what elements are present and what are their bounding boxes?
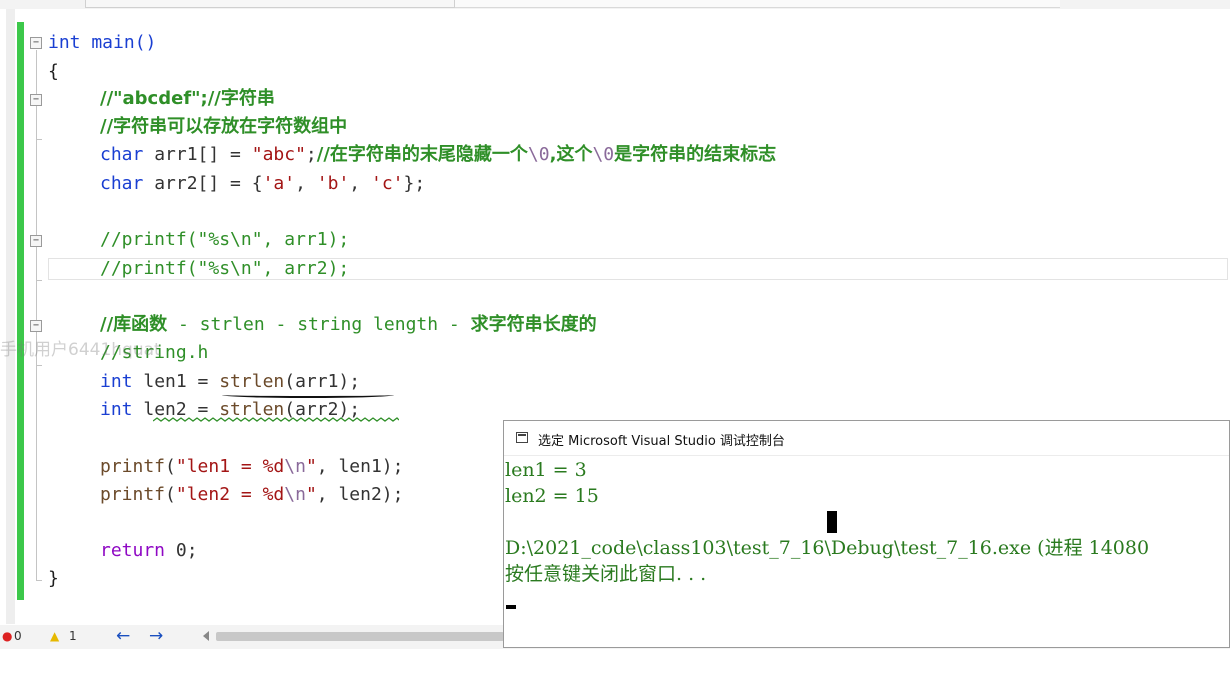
comment: //字符串可以存放在字符数组中 [100, 116, 348, 137]
comment: - strlen - string length - [167, 314, 471, 335]
char-literal: 'a' [262, 173, 296, 194]
function-name: printf [100, 484, 166, 505]
fold-guide-line [36, 50, 37, 580]
watermark: 手机用户6441hquat [0, 340, 161, 360]
collapse-icon[interactable]: − [30, 37, 42, 49]
scroll-left-arrow[interactable] [203, 631, 209, 641]
console-title: 选定 Microsoft Visual Studio 调试控制台 [538, 434, 785, 449]
code-line-close-brace: } [48, 568, 59, 590]
comment: //库函数 [100, 314, 168, 335]
code-line-comment-printf-2: //printf("%s\n", arr2); [100, 258, 349, 280]
code-line-open-brace: { [48, 61, 59, 83]
fold-guide-end [36, 365, 42, 366]
change-tracking-bar [17, 22, 24, 600]
fold-guide-end [36, 280, 42, 281]
code-line-decl-arr1: char arr1[] = "abc";//在字符串的末尾隐藏一个\0,这个\0… [100, 144, 776, 166]
collapse-icon[interactable]: − [30, 235, 42, 247]
console-line: len2 = 15 [505, 485, 599, 507]
function-name: strlen [219, 371, 285, 392]
warning-count[interactable]: 1 [69, 629, 77, 643]
comment: 求字符串长度的 [470, 314, 597, 335]
type-keyword: int [100, 399, 133, 420]
brace: } [48, 568, 59, 589]
code-text: , [349, 173, 371, 194]
code-text: , len2); [316, 484, 404, 505]
code-text: 0; [165, 540, 198, 561]
fold-guide-end [36, 139, 42, 140]
escape-sequence: \0 [527, 144, 550, 165]
comment: //"abcdef";//字符串 [100, 88, 275, 109]
comment: //printf("%s\n", arr2); [100, 258, 350, 279]
code-text: ; [305, 144, 317, 165]
text-cursor [827, 511, 837, 533]
type-keyword: int [100, 371, 133, 392]
navigate-forward-icon[interactable]: → [149, 626, 163, 646]
control-keyword: return [100, 540, 166, 561]
code-text: }; [403, 173, 426, 194]
string-literal: "len2 = %d [175, 484, 285, 505]
type-keyword: char [100, 173, 144, 194]
code-line-decl-arr2: char arr2[] = {'a', 'b', 'c'}; [100, 173, 425, 195]
warning-icon[interactable]: ▲ [50, 629, 59, 643]
comment: //在字符串的末尾隐藏一个 [316, 144, 528, 165]
console-line: len1 = 3 [505, 459, 587, 481]
collapse-icon[interactable]: − [30, 320, 42, 332]
brace: { [48, 61, 59, 82]
escape-sequence: \n [284, 456, 306, 477]
comment: 是字符串的结束标志 [614, 144, 777, 165]
code-text: , len1); [316, 456, 404, 477]
comment: //printf("%s\n", arr1); [100, 229, 350, 250]
editor-margin [6, 9, 15, 624]
code-text: arr2[] = { [143, 173, 263, 194]
code-line-return: return 0; [100, 540, 198, 562]
code-text: ( [165, 484, 176, 505]
debug-console-window[interactable]: 选定 Microsoft Visual Studio 调试控制台 len1 = … [503, 420, 1230, 648]
code-text: (arr1); [284, 371, 361, 392]
console-caret [506, 605, 516, 609]
collapse-icon[interactable]: − [30, 94, 42, 106]
string-literal: " [305, 484, 317, 505]
comment: ,这个 [549, 144, 593, 165]
code-line-printf-1: printf("len1 = %d\n", len1); [100, 456, 403, 478]
console-line: 按任意键关闭此窗口. . . [505, 563, 707, 585]
console-line: D:\2021_code\class103\test_7_16\Debug\te… [505, 537, 1150, 559]
escape-sequence: \0 [592, 144, 615, 165]
horizontal-scrollbar[interactable] [216, 632, 504, 641]
type-keyword: char [100, 144, 144, 165]
code-line-comment-2: //字符串可以存放在字符数组中 [100, 116, 347, 138]
pen-annotation-underline [222, 392, 394, 398]
char-literal: 'b' [316, 173, 350, 194]
console-output[interactable]: len1 = 3 len2 = 15 D:\2021_code\class103… [505, 455, 1229, 647]
code-line-printf-2: printf("len2 = %d\n", len2); [100, 484, 403, 506]
function-name: printf [100, 456, 166, 477]
escape-sequence: \n [284, 484, 306, 505]
string-literal: "abc" [251, 144, 306, 165]
code-text: arr1[] = [143, 144, 252, 165]
warning-squiggle [153, 417, 399, 422]
string-literal: " [305, 456, 317, 477]
code-text: len1 = [132, 371, 220, 392]
keyword: int main() [48, 32, 157, 53]
member-dropdown[interactable] [455, 0, 1060, 8]
code-text: ( [165, 456, 176, 477]
string-literal: "len1 = %d [175, 456, 285, 477]
error-icon[interactable]: ● [2, 629, 12, 643]
editor-top-toolbar [0, 0, 1230, 9]
code-line-comment-1: //"abcdef";//字符串 [100, 88, 275, 110]
error-count[interactable]: 0 [14, 629, 22, 643]
code-line-comment-printf-1: //printf("%s\n", arr1); [100, 229, 349, 251]
code-line-len1: int len1 = strlen(arr1); [100, 371, 360, 393]
code-line-comment-strlen: //库函数 - strlen - string length - 求字符串长度的 [100, 314, 597, 336]
console-title-bar[interactable]: 选定 Microsoft Visual Studio 调试控制台 [504, 421, 1229, 456]
fold-guide-end [36, 580, 42, 581]
console-app-icon [516, 432, 528, 443]
code-line-main: int main() [48, 32, 156, 54]
navigate-back-icon[interactable]: ← [116, 626, 130, 646]
char-literal: 'c' [370, 173, 404, 194]
code-text: , [295, 173, 317, 194]
navigation-dropdown[interactable] [85, 0, 455, 8]
